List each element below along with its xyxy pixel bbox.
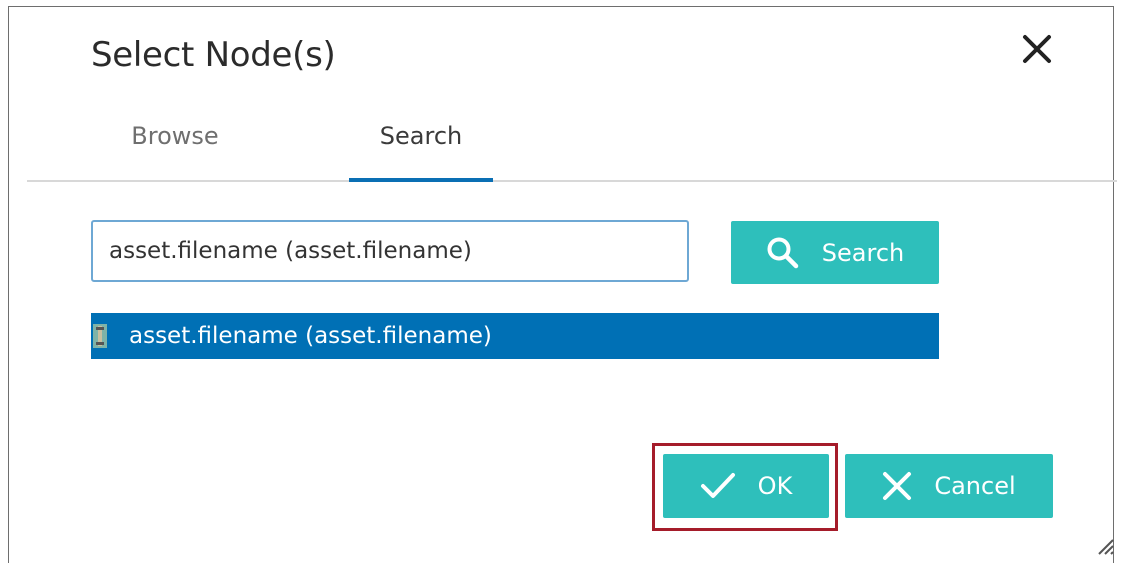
tab-browse[interactable]: Browse (105, 117, 245, 180)
result-item[interactable]: asset.filename (asset.filename) (91, 313, 939, 359)
ok-button[interactable]: OK (663, 454, 829, 518)
tab-search[interactable]: Search (349, 117, 493, 182)
select-nodes-dialog: Select Node(s) Browse Search Search asse… (8, 6, 1117, 563)
cancel-button-label: Cancel (934, 472, 1016, 500)
cancel-button[interactable]: Cancel (845, 454, 1053, 518)
dialog-title: Select Node(s) (91, 35, 336, 75)
ok-button-label: OK (757, 472, 793, 500)
search-button-label: Search (821, 238, 905, 267)
close-button[interactable] (1017, 29, 1057, 69)
close-icon (1023, 35, 1051, 63)
checkmark-icon (700, 473, 735, 498)
node-variable-icon (93, 324, 107, 348)
search-button[interactable]: Search (731, 221, 939, 284)
tab-bar: Browse Search (27, 117, 1117, 182)
search-icon (767, 237, 799, 268)
close-icon (883, 472, 912, 500)
search-input[interactable] (91, 220, 689, 282)
result-item-label: asset.filename (asset.filename) (129, 323, 492, 349)
resize-grip-icon[interactable] (1093, 534, 1115, 556)
